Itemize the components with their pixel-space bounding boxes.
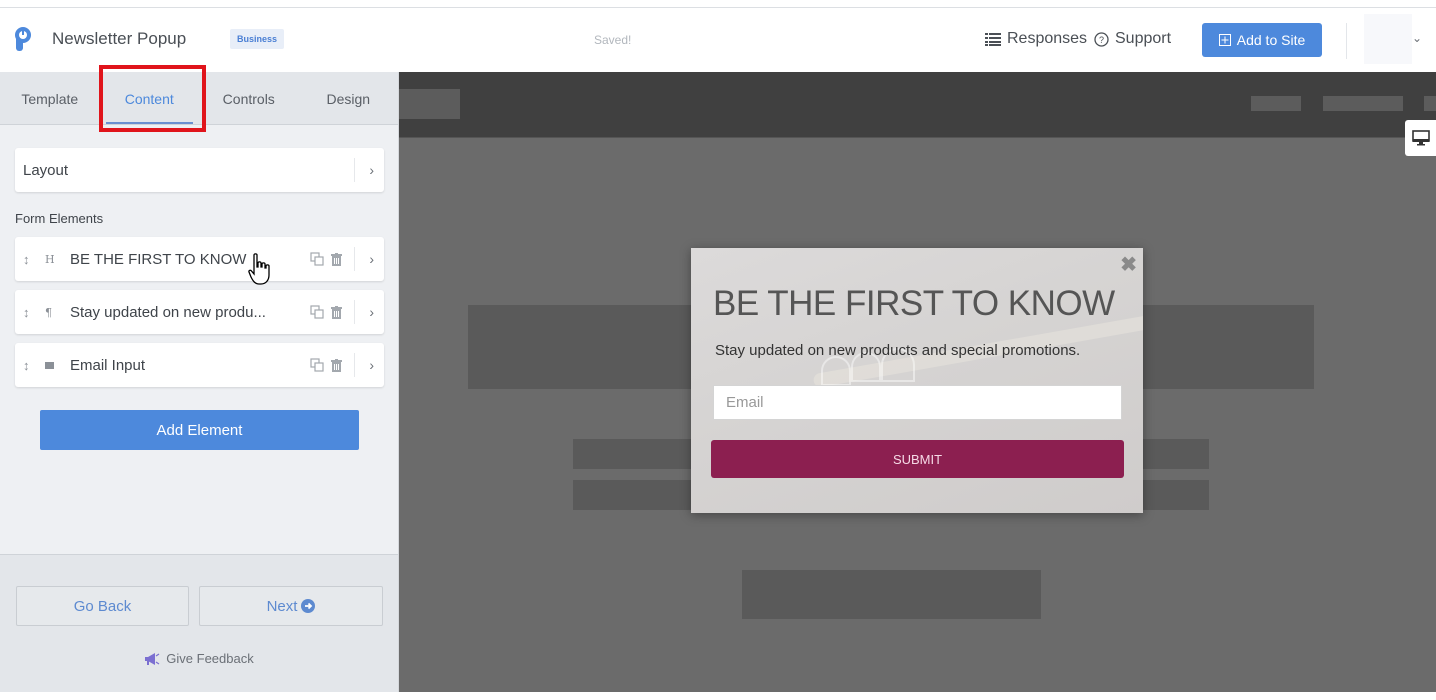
form-elements-title: Form Elements (15, 211, 104, 226)
next-button[interactable]: Next (199, 586, 383, 626)
site-preview: ✖ BE THE FIRST TO KNOW Stay updated on n… (399, 72, 1436, 692)
row-divider (354, 158, 355, 182)
form-element-row[interactable]: ↕ H BE THE FIRST TO KNOW › (15, 237, 384, 281)
form-element-row[interactable]: ↕ Email Input › (15, 343, 384, 387)
responses-link[interactable]: Responses (985, 30, 1087, 48)
drag-handle-icon[interactable]: ↕ (23, 343, 30, 387)
editor-sidebar: Template Content Controls Design Layout … (0, 65, 399, 692)
save-status: Saved! (594, 33, 632, 47)
window-bottom-edge (0, 692, 1436, 700)
chevron-right-icon[interactable]: › (369, 237, 374, 281)
row-divider (354, 353, 355, 377)
submit-button[interactable]: SUBMIT (711, 440, 1124, 478)
element-label: Email Input (70, 356, 146, 374)
duplicate-icon[interactable] (310, 343, 324, 387)
support-link[interactable]: ? Support (1094, 30, 1171, 48)
duplicate-icon[interactable] (310, 290, 324, 334)
email-input[interactable]: Email (713, 385, 1122, 420)
element-label: Stay updated on new produ... (70, 303, 266, 321)
feedback-label: Give Feedback (166, 651, 254, 666)
preview-site-nav (399, 72, 1436, 138)
megaphone-icon (145, 652, 160, 665)
chevron-right-icon[interactable]: › (369, 148, 374, 192)
sidebar-footer: Go Back Next Give Feedback (0, 554, 398, 692)
popup-subtitle: Stay updated on new products and special… (715, 342, 1081, 359)
plus-square-icon (1218, 34, 1231, 46)
drag-handle-icon[interactable]: ↕ (23, 290, 30, 334)
popup-background-image (821, 356, 851, 386)
app-logo-icon (15, 27, 31, 51)
svg-text:?: ? (1099, 35, 1104, 45)
app-header: Newsletter Popup Business Saved! Respons… (0, 9, 1436, 72)
account-avatar[interactable] (1364, 14, 1412, 64)
row-divider (354, 300, 355, 324)
preview-nav-placeholder (1424, 96, 1436, 111)
preview-nav-placeholder (1323, 96, 1403, 111)
close-icon[interactable]: ✖ (1120, 252, 1137, 277)
help-circle-icon: ? (1094, 31, 1109, 47)
preview-nav-placeholder (1251, 96, 1301, 111)
next-label: Next (266, 597, 298, 615)
row-divider (354, 247, 355, 271)
chevron-right-icon[interactable]: › (369, 290, 374, 334)
desktop-monitor-icon (1411, 130, 1430, 146)
tab-design[interactable]: Design (299, 72, 399, 125)
drag-handle-icon[interactable]: ↕ (23, 237, 30, 281)
arrow-circle-right-icon (301, 599, 316, 613)
heading-icon: H (45, 252, 55, 266)
add-element-button[interactable]: Add Element (40, 410, 359, 450)
tab-controls[interactable]: Controls (199, 72, 299, 125)
layout-label: Layout (23, 161, 69, 179)
list-icon (985, 33, 1001, 46)
chevron-right-icon[interactable]: › (369, 343, 374, 387)
desktop-view-button[interactable] (1405, 120, 1436, 156)
paragraph-icon: ¶ (45, 305, 52, 319)
form-element-row[interactable]: ↕ ¶ Stay updated on new produ... › (15, 290, 384, 334)
trash-icon[interactable] (331, 290, 342, 334)
plan-badge: Business (230, 29, 285, 49)
tab-template[interactable]: Template (0, 72, 100, 125)
go-back-label: Go Back (73, 597, 132, 615)
support-label: Support (1115, 30, 1172, 47)
window-top-edge (0, 0, 1436, 8)
duplicate-icon[interactable] (310, 237, 324, 281)
trash-icon[interactable] (331, 343, 342, 387)
responses-label: Responses (1007, 30, 1088, 47)
sidebar-tabs: Template Content Controls Design (0, 65, 399, 132)
newsletter-popup: ✖ BE THE FIRST TO KNOW Stay updated on n… (691, 248, 1143, 513)
hand-pointer-cursor-icon (248, 253, 270, 285)
tab-content[interactable]: Content (100, 72, 200, 125)
preview-logo-placeholder (399, 89, 460, 119)
element-label: BE THE FIRST TO KNOW (70, 250, 247, 268)
layout-row[interactable]: Layout › (15, 148, 384, 192)
email-placeholder: Email (726, 394, 764, 411)
app-title: Newsletter Popup (52, 29, 187, 48)
go-back-button[interactable]: Go Back (16, 586, 189, 626)
give-feedback-link[interactable]: Give Feedback (0, 651, 398, 666)
add-to-site-label: Add to Site (1236, 32, 1306, 48)
popup-title: BE THE FIRST TO KNOW (713, 284, 1115, 323)
chevron-down-icon[interactable]: ⌄ (1412, 31, 1422, 45)
envelope-icon (45, 343, 54, 387)
preview-button-placeholder (742, 570, 1041, 619)
add-to-site-button[interactable]: Add to Site (1202, 23, 1322, 57)
trash-icon[interactable] (331, 237, 342, 281)
header-divider (1346, 23, 1347, 59)
